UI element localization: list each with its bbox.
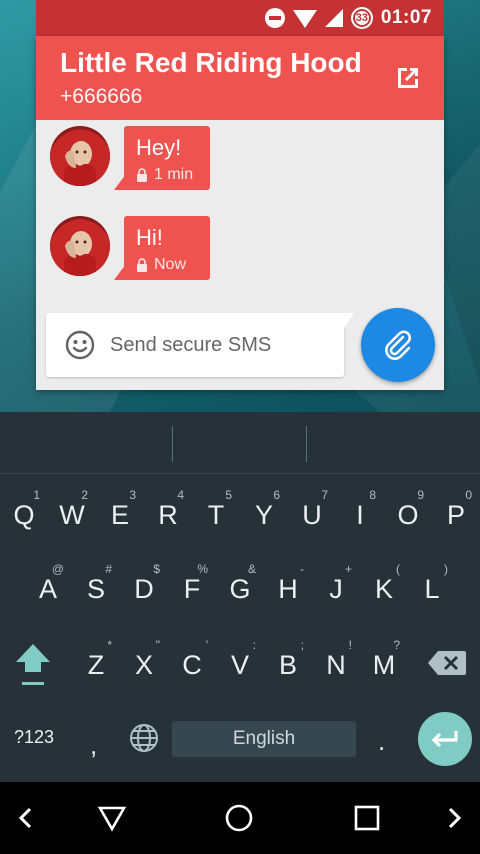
quick-reply-window: Little Red Riding Hood +666666 Hey! 1 mi… bbox=[36, 36, 444, 390]
key-label: U bbox=[302, 500, 322, 530]
message-row: Hey! 1 min bbox=[50, 126, 210, 190]
message-bubble[interactable]: Hi! Now bbox=[124, 216, 210, 280]
key-j[interactable]: + J bbox=[312, 556, 360, 612]
key-e[interactable]: 3E bbox=[96, 482, 144, 538]
key-h[interactable]: -H bbox=[264, 556, 312, 612]
key-label: O bbox=[397, 500, 419, 530]
key-label: V bbox=[230, 650, 249, 680]
message-time: Now bbox=[154, 256, 187, 273]
comma-key[interactable]: , bbox=[90, 730, 97, 761]
key-label: L bbox=[424, 574, 440, 604]
do-not-disturb-icon bbox=[264, 8, 285, 28]
message-text: Hey! bbox=[136, 135, 182, 160]
key-label: K bbox=[374, 574, 393, 604]
key-label: T bbox=[207, 500, 225, 530]
key-q[interactable]: 1Q bbox=[0, 482, 48, 538]
wifi-icon bbox=[292, 10, 317, 28]
keyboard-row: @ A # S $ D% F & G - H + J(K) L bbox=[0, 556, 480, 612]
symbols-key[interactable]: ?123 bbox=[14, 727, 54, 748]
key-label: X bbox=[134, 650, 153, 680]
message-text: Hi! bbox=[136, 225, 163, 250]
keyboard-row: * Z " X ' C: V; B! N? M bbox=[0, 632, 480, 688]
key-c[interactable]: ' C bbox=[168, 632, 216, 688]
enter-icon bbox=[431, 731, 458, 748]
key-label: E bbox=[110, 500, 129, 530]
shift-icon[interactable] bbox=[14, 640, 52, 690]
key-label: P bbox=[446, 500, 465, 530]
key-m[interactable]: ? M bbox=[360, 632, 408, 688]
key-label: Q bbox=[13, 500, 35, 530]
contact-number: +666666 bbox=[60, 85, 143, 108]
key-g[interactable]: & G bbox=[216, 556, 264, 612]
key-label: G bbox=[229, 574, 251, 604]
key-label: A bbox=[38, 574, 57, 604]
key-d[interactable]: $ D bbox=[120, 556, 168, 612]
key-o[interactable]: 9O bbox=[384, 482, 432, 538]
open-in-new-icon[interactable] bbox=[394, 64, 422, 92]
key-label: D bbox=[134, 574, 154, 604]
home-circle-icon[interactable] bbox=[223, 802, 255, 834]
space-key[interactable]: English bbox=[172, 721, 356, 757]
key-t[interactable]: 5T bbox=[192, 482, 240, 538]
backspace-icon[interactable] bbox=[428, 650, 466, 676]
key-u[interactable]: 7U bbox=[288, 482, 336, 538]
key-label: N bbox=[326, 650, 346, 680]
key-label: C bbox=[182, 650, 202, 680]
sms-input[interactable] bbox=[110, 333, 330, 357]
key-label: S bbox=[86, 574, 105, 604]
recents-icon[interactable] bbox=[351, 802, 383, 834]
key-label: H bbox=[278, 574, 298, 604]
key-label: F bbox=[183, 574, 201, 604]
key-b[interactable]: ; B bbox=[264, 632, 312, 688]
navigation-bar bbox=[0, 782, 480, 854]
key-label: Y bbox=[254, 500, 273, 530]
key-r[interactable]: 4R bbox=[144, 482, 192, 538]
keyboard-row: 1Q2W3E4R5T6Y7U8I9O0P bbox=[0, 482, 480, 538]
key-v[interactable]: :V bbox=[216, 632, 264, 688]
avatar bbox=[50, 126, 110, 186]
key-z[interactable]: * Z bbox=[72, 632, 120, 688]
contact-name: Little Red Riding Hood bbox=[60, 47, 362, 78]
lock-icon bbox=[137, 258, 147, 272]
key-l[interactable]: ) L bbox=[408, 556, 456, 612]
lock-icon bbox=[137, 168, 147, 182]
attach-button[interactable] bbox=[361, 308, 435, 382]
home-triangle-icon[interactable] bbox=[96, 802, 128, 834]
key-k[interactable]: (K bbox=[360, 556, 408, 612]
key-x[interactable]: " X bbox=[120, 632, 168, 688]
enter-key[interactable] bbox=[418, 712, 472, 766]
key-n[interactable]: ! N bbox=[312, 632, 360, 688]
key-label: W bbox=[59, 500, 85, 530]
key-f[interactable]: % F bbox=[168, 556, 216, 612]
clock: 01:07 bbox=[380, 7, 432, 28]
key-label: I bbox=[356, 500, 364, 530]
key-label: J bbox=[329, 574, 343, 604]
status-bar: 33 01:07 bbox=[36, 0, 444, 36]
key-label: R bbox=[158, 500, 178, 530]
period-key[interactable]: . bbox=[378, 726, 385, 757]
back-icon[interactable] bbox=[10, 802, 42, 834]
suggestion-strip bbox=[0, 412, 480, 474]
message-composer bbox=[46, 313, 354, 377]
avatar bbox=[50, 216, 110, 276]
key-i[interactable]: 8I bbox=[336, 482, 384, 538]
notification-badge-icon: 33 bbox=[350, 7, 373, 29]
conversation-header: Little Red Riding Hood +666666 bbox=[36, 36, 444, 120]
forward-icon[interactable] bbox=[438, 802, 470, 834]
key-s[interactable]: # S bbox=[72, 556, 120, 612]
key-label: M bbox=[372, 650, 396, 680]
message-bubble[interactable]: Hey! 1 min bbox=[124, 126, 210, 190]
key-w[interactable]: 2W bbox=[48, 482, 96, 538]
message-time: 1 min bbox=[154, 166, 194, 183]
key-label: Z bbox=[87, 650, 105, 680]
key-y[interactable]: 6Y bbox=[240, 482, 288, 538]
key-a[interactable]: @ A bbox=[24, 556, 72, 612]
cell-signal-icon bbox=[324, 9, 343, 27]
paperclip-icon bbox=[385, 330, 411, 360]
key-label: B bbox=[278, 650, 297, 680]
emoji-icon[interactable] bbox=[64, 329, 96, 361]
globe-icon[interactable] bbox=[128, 722, 160, 754]
key-p[interactable]: 0P bbox=[432, 482, 480, 538]
message-row: Hi! Now bbox=[50, 216, 210, 280]
